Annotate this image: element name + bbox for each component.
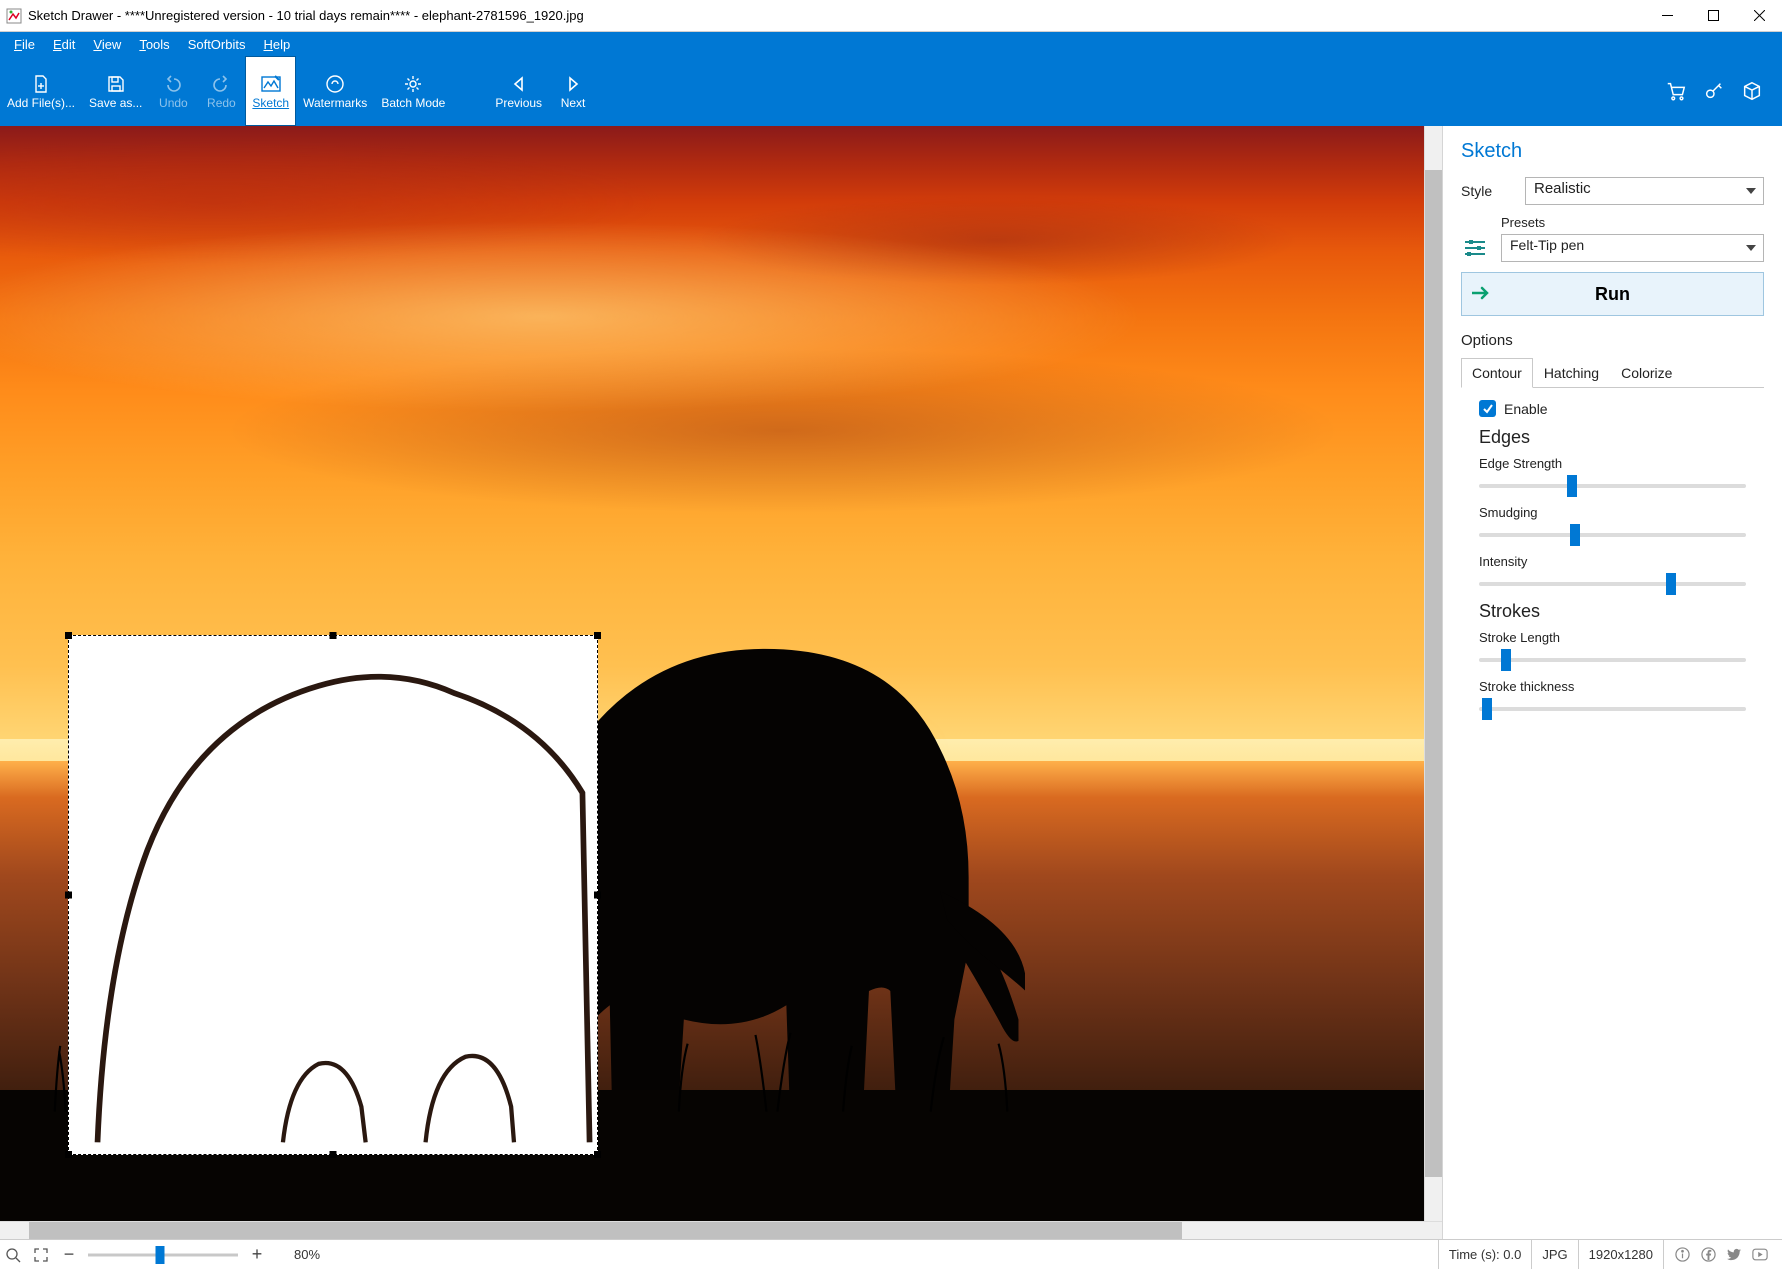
presets-label: Presets xyxy=(1501,215,1764,230)
tab-contour[interactable]: Contour xyxy=(1461,358,1533,388)
toolbar: Add File(s)... Save as... Undo Redo Sket… xyxy=(0,56,1782,126)
menu-view[interactable]: View xyxy=(85,35,129,54)
zoom-out-button[interactable]: − xyxy=(60,1246,78,1264)
status-format: JPG xyxy=(1531,1240,1577,1269)
panel-heading: Sketch xyxy=(1461,140,1764,163)
intensity-slider[interactable] xyxy=(1479,573,1746,595)
tab-colorize[interactable]: Colorize xyxy=(1610,358,1683,388)
options-label: Options xyxy=(1461,332,1764,349)
add-file-icon xyxy=(30,73,52,95)
watermark-icon xyxy=(324,73,346,95)
stroke-length-slider[interactable] xyxy=(1479,649,1746,671)
save-as-button[interactable]: Save as... xyxy=(82,56,149,126)
status-dimensions: 1920x1280 xyxy=(1578,1240,1663,1269)
arrow-right-icon xyxy=(562,73,584,95)
smudging-slider[interactable] xyxy=(1479,524,1746,546)
fit-screen-icon[interactable] xyxy=(32,1246,50,1264)
redo-button: Redo xyxy=(197,56,245,126)
sketch-preview xyxy=(69,636,597,1149)
strokes-heading: Strokes xyxy=(1479,601,1764,622)
stroke-thickness-label: Stroke thickness xyxy=(1479,679,1764,694)
save-icon xyxy=(105,73,127,95)
watermarks-button[interactable]: Watermarks xyxy=(296,56,374,126)
selection-box[interactable] xyxy=(68,635,598,1155)
status-bar: − + 80% Time (s): 0.0 JPG 1920x1280 xyxy=(0,1239,1782,1269)
edge-strength-label: Edge Strength xyxy=(1479,456,1764,471)
youtube-icon[interactable] xyxy=(1752,1247,1768,1263)
sketch-icon xyxy=(260,73,282,95)
stroke-length-label: Stroke Length xyxy=(1479,630,1764,645)
enable-label: Enable xyxy=(1504,401,1548,417)
options-tabs: Contour Hatching Colorize xyxy=(1461,357,1764,388)
menu-help[interactable]: Help xyxy=(255,35,298,54)
cart-icon[interactable] xyxy=(1664,79,1688,103)
canvas-image xyxy=(0,126,1424,1221)
gear-icon xyxy=(402,73,424,95)
add-files-button[interactable]: Add File(s)... xyxy=(0,56,82,126)
menu-edit[interactable]: Edit xyxy=(45,35,83,54)
undo-icon xyxy=(162,73,184,95)
stroke-thickness-slider[interactable] xyxy=(1479,698,1746,720)
main-area: Sketch Style Realistic Presets Felt-Tip … xyxy=(0,126,1782,1239)
menu-file[interactable]: File xyxy=(6,35,43,54)
undo-button: Undo xyxy=(149,56,197,126)
edges-heading: Edges xyxy=(1479,427,1764,448)
run-arrow-icon xyxy=(1472,284,1492,305)
twitter-icon[interactable] xyxy=(1726,1247,1742,1263)
title-bar: Sketch Drawer - ****Unregistered version… xyxy=(0,0,1782,32)
app-icon xyxy=(6,8,22,24)
window-title: Sketch Drawer - ****Unregistered version… xyxy=(28,8,584,23)
horizontal-scrollbar[interactable] xyxy=(0,1221,1442,1239)
box-icon[interactable] xyxy=(1740,79,1764,103)
status-time: Time (s): 0.0 xyxy=(1438,1240,1531,1269)
redo-icon xyxy=(210,73,232,95)
zoom-in-button[interactable]: + xyxy=(248,1246,266,1264)
arrow-left-icon xyxy=(508,73,530,95)
sliders-icon[interactable] xyxy=(1461,234,1489,262)
edge-strength-slider[interactable] xyxy=(1479,475,1746,497)
vertical-scrollbar[interactable] xyxy=(1424,126,1442,1221)
side-panel: Sketch Style Realistic Presets Felt-Tip … xyxy=(1442,126,1782,1239)
info-icon[interactable] xyxy=(1674,1247,1690,1263)
key-icon[interactable] xyxy=(1702,79,1726,103)
intensity-label: Intensity xyxy=(1479,554,1764,569)
zoom-reset-icon[interactable] xyxy=(4,1246,22,1264)
sketch-button[interactable]: Sketch xyxy=(245,56,296,126)
presets-select[interactable]: Felt-Tip pen xyxy=(1501,234,1764,262)
style-label: Style xyxy=(1461,183,1513,199)
maximize-button[interactable] xyxy=(1690,0,1736,32)
batch-mode-button[interactable]: Batch Mode xyxy=(374,56,452,126)
facebook-icon[interactable] xyxy=(1700,1247,1716,1263)
previous-button[interactable]: Previous xyxy=(488,56,549,126)
canvas-viewport[interactable] xyxy=(0,126,1442,1221)
close-button[interactable] xyxy=(1736,0,1782,32)
zoom-slider[interactable] xyxy=(88,1246,238,1264)
enable-checkbox[interactable] xyxy=(1479,400,1496,417)
minimize-button[interactable] xyxy=(1644,0,1690,32)
menu-bar: File Edit View Tools SoftOrbits Help xyxy=(0,32,1782,56)
zoom-percent: 80% xyxy=(294,1247,320,1262)
run-button[interactable]: Run xyxy=(1461,272,1764,316)
smudging-label: Smudging xyxy=(1479,505,1764,520)
next-button[interactable]: Next xyxy=(549,56,597,126)
menu-tools[interactable]: Tools xyxy=(131,35,177,54)
style-select[interactable]: Realistic xyxy=(1525,177,1764,205)
tab-hatching[interactable]: Hatching xyxy=(1533,358,1610,388)
menu-softorbits[interactable]: SoftOrbits xyxy=(180,35,254,54)
